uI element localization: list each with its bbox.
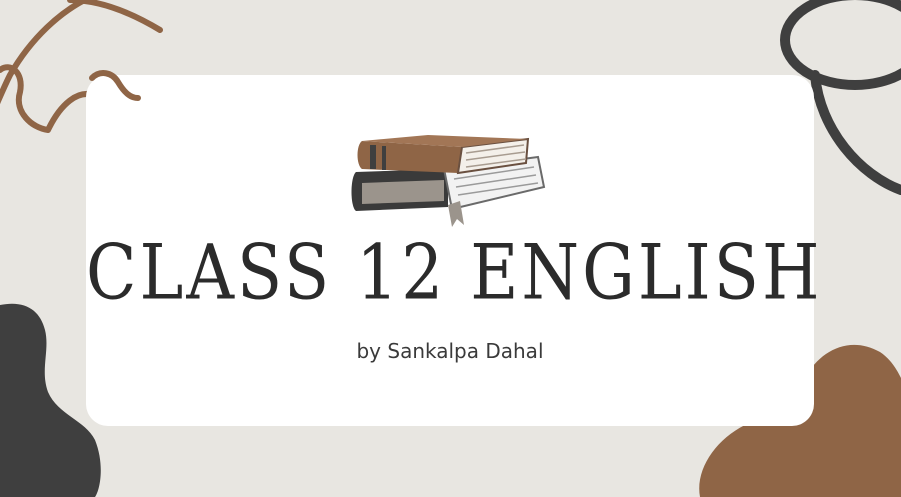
slide-subtitle: by Sankalpa Dahal bbox=[356, 339, 544, 363]
dark-ring-shape bbox=[780, 0, 901, 90]
books-stack-icon bbox=[351, 135, 546, 227]
title-card: CLASS 12 ENGLISH by Sankalpa Dahal bbox=[86, 75, 823, 426]
slide-title: CLASS 12 ENGLISH bbox=[86, 228, 823, 317]
dark-loop-shape bbox=[810, 70, 901, 195]
